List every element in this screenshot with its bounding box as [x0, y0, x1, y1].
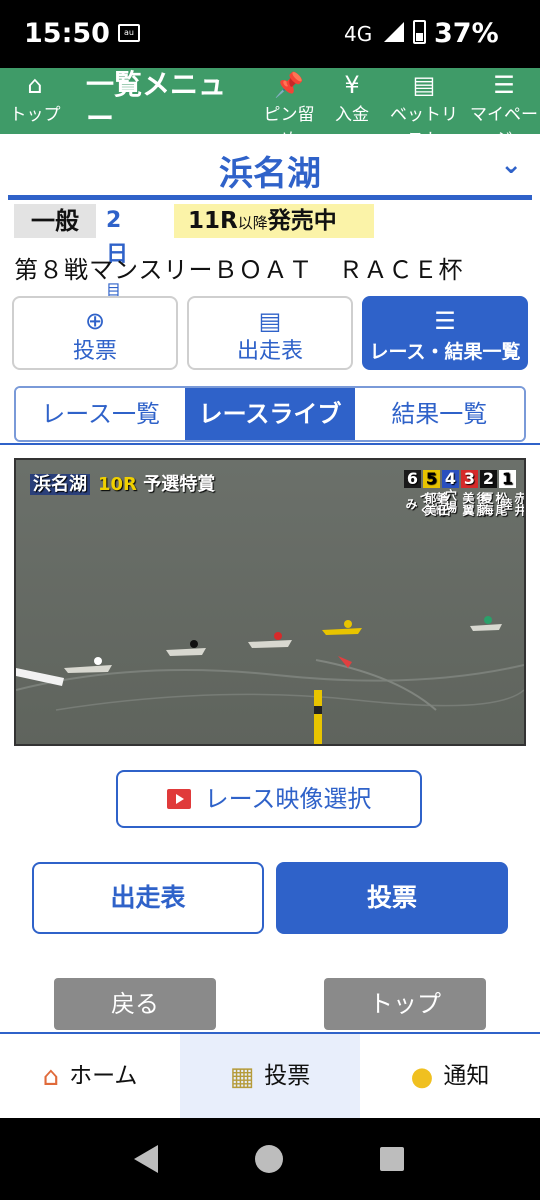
- vote-action-button[interactable]: ⊕ 投票: [12, 296, 178, 370]
- video-icon: [166, 789, 191, 809]
- home-icon: ⌂: [27, 71, 43, 99]
- top-navigation: ⌂ トップ 一覧メニュー 📌 ピン留め ¥ 入金 ▤ ベットリスト ☰ マイペー…: [0, 68, 540, 134]
- ticket-icon: ▦: [229, 1062, 255, 1092]
- nav-deposit[interactable]: ¥ 入金: [328, 68, 376, 134]
- sim-icon: au: [118, 24, 140, 42]
- bottom-notify-label: 通知: [443, 1063, 490, 1089]
- network-label: 4G: [344, 22, 373, 46]
- program-action-button[interactable]: ▤ 出走表: [187, 296, 353, 370]
- overlay-race-number: 10R: [98, 474, 137, 495]
- plus-circle-icon: ⊕: [84, 307, 106, 335]
- home-icon: ⌂: [42, 1062, 60, 1092]
- lane-number: 2: [480, 470, 497, 488]
- race-series-title: 第８戦マンスリーＢＯＡＴ ＲＡＣＥ杯: [14, 256, 464, 284]
- nav-deposit-label: 入金: [335, 105, 369, 125]
- status-bar: 15:50 au 4G 37%: [0, 0, 540, 68]
- betlist-icon: ▤: [412, 71, 436, 99]
- sale-status: 発売中: [267, 208, 337, 234]
- action-buttons: ⊕ 投票 ▤ 出走表 ☰ レース・結果一覧: [12, 296, 528, 372]
- program-action-label: 出走表: [236, 339, 303, 364]
- home-circle-icon[interactable]: [255, 1145, 283, 1173]
- day-label: 2日目: [106, 204, 128, 299]
- tab-results-list[interactable]: 結果一覧: [354, 388, 524, 440]
- live-video-player[interactable]: 浜名湖 10R 予選特賞 6 宮崎つぐみ 5 倉田郁美 4 穴場 3 後藤美翼 2 松尾夏海…: [14, 458, 526, 746]
- lane-list: 6 宮崎つぐみ 5 倉田郁美 4 穴場 3 後藤美翼 2 松尾夏海 1 赤井睦: [404, 470, 524, 516]
- signal-icon: [384, 22, 404, 42]
- video-race-overlay: 浜名湖 10R 予選特賞: [30, 470, 215, 496]
- pin-icon: 📌: [274, 71, 304, 99]
- sale-after: 以降: [237, 214, 268, 232]
- nav-pin[interactable]: 📌 ピン留め: [256, 68, 322, 134]
- nav-betlist[interactable]: ▤ ベットリスト: [382, 68, 466, 134]
- bottom-tab-bar: ⌂ ホーム ▦ 投票 ● 通知: [0, 1032, 540, 1118]
- chevron-down-icon: ⌄: [500, 150, 522, 180]
- video-select-button[interactable]: レース映像選択: [116, 770, 422, 828]
- tab-race-live[interactable]: レースライブ: [185, 388, 355, 440]
- tab-race-list[interactable]: レース一覧: [16, 388, 186, 440]
- battery-icon: [413, 20, 426, 44]
- document-icon: ▤: [258, 307, 282, 335]
- lane-racer-name: 赤井睦: [499, 492, 526, 516]
- main-buttons: 出走表 投票: [32, 862, 510, 936]
- lane-1: 1 赤井睦: [499, 470, 524, 516]
- sale-status-badge: 11R以降発売中: [174, 204, 374, 238]
- overlay-race-name: 予選特賞: [143, 474, 216, 495]
- lane-5: 5 倉田郁美: [423, 470, 451, 516]
- nav-pin-label: ピン留め: [263, 105, 315, 134]
- results-action-label: レース・結果一覧: [369, 341, 521, 363]
- lane-2: 2 松尾夏海: [480, 470, 508, 516]
- nav-top[interactable]: ⌂ トップ: [6, 68, 64, 134]
- list-icon: ☰: [434, 307, 456, 335]
- venue-selector[interactable]: 浜名湖 ⌄: [8, 134, 532, 200]
- nav-mypage-label: マイページ: [470, 105, 538, 134]
- back-icon[interactable]: [134, 1145, 158, 1173]
- nav-betlist-label: ベットリスト: [390, 105, 458, 134]
- program-button[interactable]: 出走表: [32, 862, 264, 934]
- bottom-vote-label: 投票: [264, 1063, 311, 1089]
- lane-6: 6 宮崎つぐみ: [404, 470, 446, 516]
- sale-race: 11R: [188, 208, 238, 234]
- lane-number: 1: [499, 470, 516, 488]
- battery-percent: 37%: [434, 18, 499, 49]
- bottom-tab-vote[interactable]: ▦ 投票: [180, 1034, 360, 1118]
- bottom-tab-home[interactable]: ⌂ ホーム: [0, 1034, 180, 1118]
- marker-pole: [314, 690, 322, 744]
- system-navigation-bar: [0, 1118, 540, 1200]
- status-time: 15:50: [24, 18, 110, 49]
- yen-icon: ¥: [344, 71, 360, 99]
- nav-mypage[interactable]: ☰ マイページ: [470, 68, 538, 134]
- lane-3: 3 後藤美翼: [461, 470, 489, 516]
- menu-title[interactable]: 一覧メニュー: [86, 68, 246, 134]
- race-tabs: レース一覧 レースライブ 結果一覧: [14, 386, 526, 442]
- system-nav-icons: [134, 1145, 404, 1173]
- lane-number: 6: [404, 470, 421, 488]
- bottom-home-label: ホーム: [69, 1063, 138, 1089]
- vote-button[interactable]: 投票: [276, 862, 508, 934]
- lane-number: 4: [442, 470, 459, 488]
- nav-top-label: トップ: [9, 105, 61, 125]
- lane-number: 3: [461, 470, 478, 488]
- grade-badge: 一般: [14, 204, 96, 238]
- lane-racer-name: 穴場: [443, 489, 458, 513]
- top-button[interactable]: トップ: [324, 978, 486, 1030]
- video-select-label: レース映像選択: [204, 785, 372, 813]
- vote-action-label: 投票: [72, 339, 117, 364]
- recents-icon[interactable]: [380, 1147, 404, 1171]
- overlay-venue: 浜名湖: [30, 474, 90, 495]
- lane-4: 4 穴場: [442, 470, 459, 513]
- back-button[interactable]: 戻る: [54, 978, 216, 1030]
- lane-number: 5: [423, 470, 440, 488]
- bell-icon: ●: [410, 1062, 434, 1092]
- tabs-underline: [0, 443, 540, 445]
- hamburger-icon: ☰: [493, 71, 515, 99]
- bottom-tab-notify[interactable]: ● 通知: [360, 1034, 540, 1118]
- venue-name: 浜名湖: [219, 154, 321, 194]
- results-action-button[interactable]: ☰ レース・結果一覧: [362, 296, 528, 370]
